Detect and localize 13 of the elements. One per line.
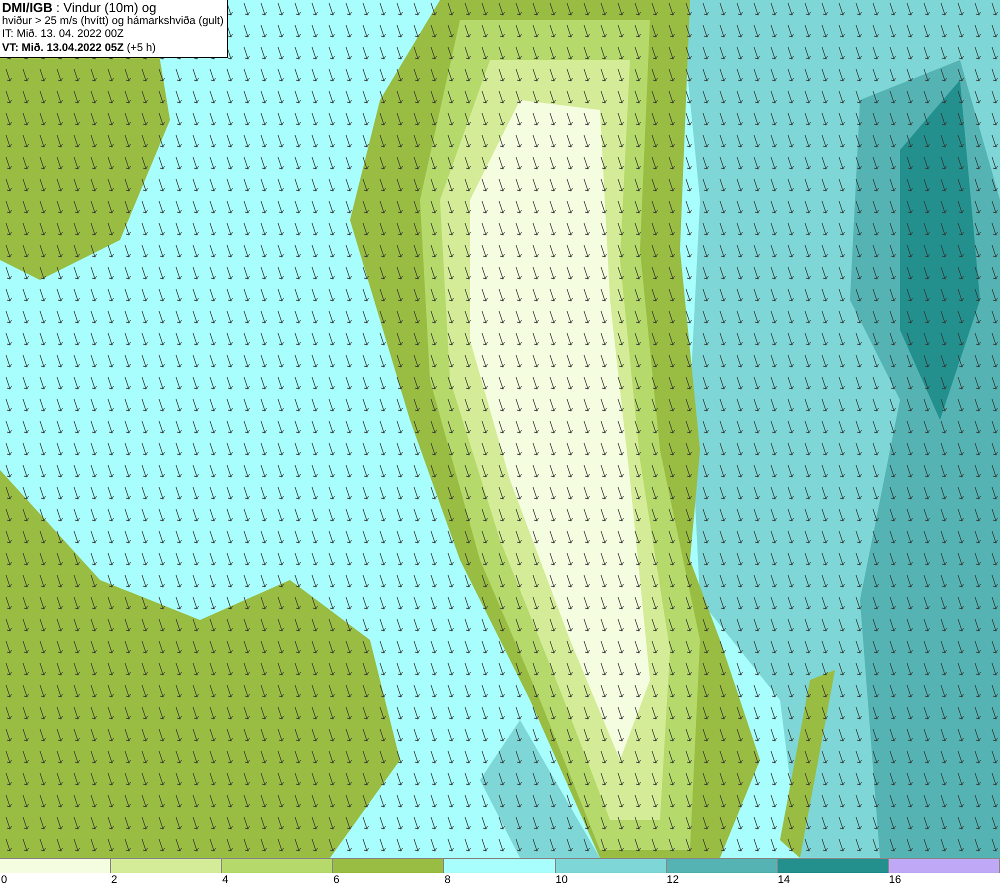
info-text: hviður > 25 m/s (hvítt) og hámarkshviða (gult)	[2, 14, 224, 28]
legend-tick-label: 8	[444, 873, 451, 887]
legend-tick-label: 6	[333, 873, 340, 887]
legend-tick-label: 0	[1, 873, 8, 887]
legend-tick-label: 4	[222, 873, 228, 887]
info-text: IT: Mið. 13. 04. 2022 00Z	[2, 28, 125, 42]
legend-tick-label: 14	[778, 873, 790, 887]
legend-tick-label: 10	[556, 873, 568, 887]
info-text: DMI/IGB : Vindur (10m) og	[2, 1, 158, 14]
legend-tick-label: 16	[888, 873, 902, 887]
info-text: VT: Mið. 13.04.2022 05Z (+5 h)	[2, 42, 157, 55]
legend-tick-label: 2	[111, 873, 118, 887]
legend-tick-label: 12	[666, 873, 679, 887]
